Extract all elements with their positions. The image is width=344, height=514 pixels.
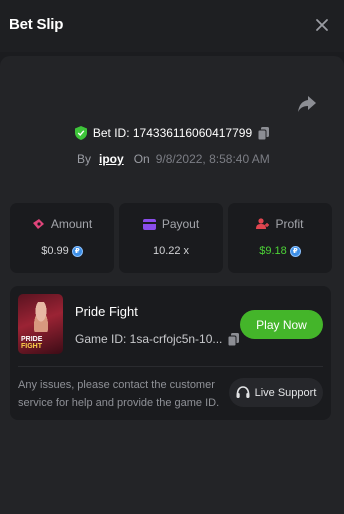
share-icon[interactable] bbox=[297, 95, 317, 113]
payout-value: 10.22 x bbox=[152, 245, 190, 257]
payout-card: Payout 10.22 x bbox=[119, 203, 223, 273]
amount-icon bbox=[32, 219, 44, 229]
profit-label: Profit bbox=[275, 217, 304, 231]
support-notice: Any issues, please contact the customer … bbox=[18, 379, 220, 409]
game-id: Game ID: 1sa-crfojc5n-10... bbox=[75, 332, 223, 346]
copy-icon[interactable] bbox=[258, 126, 270, 140]
shield-check-icon bbox=[74, 126, 87, 140]
page-title: Bet Slip bbox=[9, 16, 64, 33]
game-card: PRIDE FIGHT Pride Fight Game ID: 1sa-crf… bbox=[10, 286, 331, 420]
amount-label: Amount bbox=[50, 217, 93, 231]
coin-icon: ₽ bbox=[71, 245, 83, 257]
game-name: Pride Fight bbox=[75, 304, 138, 319]
profit-card: Profit $9.18 ₽ bbox=[228, 203, 332, 273]
coin-icon: ₽ bbox=[289, 245, 301, 257]
live-support-button[interactable]: Live Support bbox=[229, 378, 323, 407]
game-id-row: Game ID: 1sa-crfojc5n-10... bbox=[75, 332, 240, 346]
username-link[interactable]: ipoy bbox=[99, 152, 124, 166]
close-icon[interactable] bbox=[314, 17, 330, 33]
bet-date: 9/8/2022, 8:58:40 AM bbox=[155, 152, 270, 166]
thumb-subtitle: FIGHT bbox=[21, 343, 42, 350]
live-support-label: Live Support bbox=[254, 386, 317, 399]
game-thumbnail[interactable]: PRIDE FIGHT bbox=[18, 294, 63, 354]
on-label: On bbox=[133, 152, 150, 166]
bet-meta: By ipoy On 9/8/2022, 8:58:40 AM bbox=[77, 151, 270, 167]
fighter-image bbox=[30, 302, 52, 332]
thumb-title: PRIDE bbox=[21, 336, 43, 343]
copy-icon[interactable] bbox=[228, 332, 240, 346]
play-now-button[interactable]: Play Now bbox=[240, 310, 323, 339]
bet-id: Bet ID: 174336116060417799 bbox=[92, 126, 253, 140]
amount-card: Amount $0.99 ₽ bbox=[10, 203, 114, 273]
divider bbox=[18, 366, 323, 367]
bet-id-row: Bet ID: 174336116060417799 bbox=[0, 124, 344, 142]
profit-value: $9.18 bbox=[259, 245, 287, 257]
payout-icon bbox=[142, 218, 156, 230]
by-label: By bbox=[77, 152, 92, 166]
headset-icon bbox=[236, 385, 250, 398]
profit-icon bbox=[256, 218, 270, 229]
header: Bet Slip bbox=[0, 0, 344, 52]
payout-label: Payout bbox=[161, 217, 200, 231]
amount-value: $0.99 bbox=[41, 245, 69, 257]
